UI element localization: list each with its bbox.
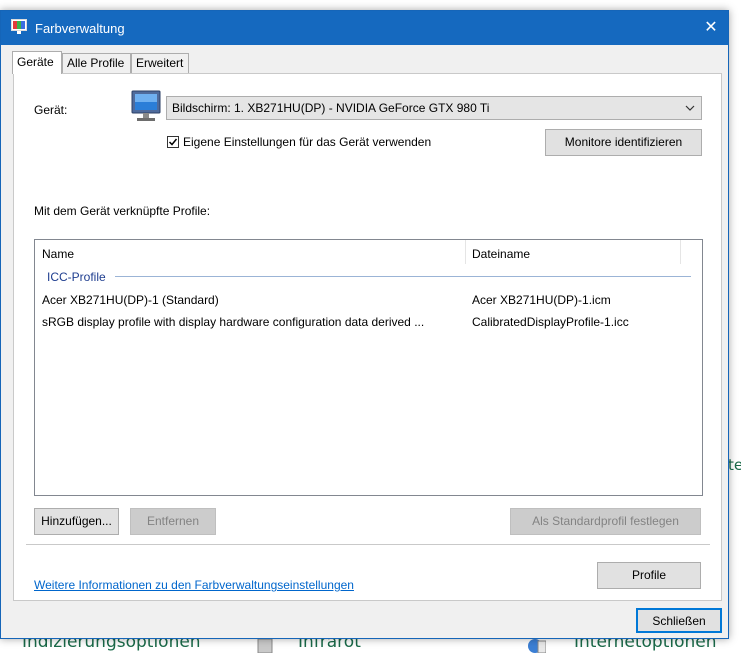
devices-panel: Gerät: Bildschirm: 1. XB271HU(DP) - NVID… bbox=[13, 73, 722, 601]
device-label: Gerät: bbox=[34, 103, 68, 117]
color-management-dialog: Farbverwaltung ✕ Geräte Alle Profile Erw… bbox=[0, 10, 729, 639]
monitor-icon bbox=[129, 89, 163, 128]
internet-options-icon bbox=[526, 637, 547, 657]
set-default-profile-button[interactable]: Als Standardprofil festlegen bbox=[510, 508, 701, 535]
more-info-link[interactable]: Weitere Informationen zu den Farbverwalt… bbox=[34, 578, 354, 592]
bg-edge-fragment: te bbox=[728, 456, 741, 474]
color-management-icon bbox=[11, 19, 27, 38]
column-header-filename[interactable]: Dateiname bbox=[472, 247, 530, 261]
close-icon[interactable]: ✕ bbox=[694, 11, 728, 45]
profile-row-name[interactable]: sRGB display profile with display hardwa… bbox=[42, 315, 424, 329]
device-select-value: Bildschirm: 1. XB271HU(DP) - NVIDIA GeFo… bbox=[172, 101, 490, 115]
chevron-down-icon bbox=[685, 97, 695, 127]
remove-profile-button[interactable]: Entfernen bbox=[130, 508, 216, 535]
tab-devices[interactable]: Geräte bbox=[12, 51, 62, 74]
add-profile-button[interactable]: Hinzufügen... bbox=[34, 508, 119, 535]
column-header-name[interactable]: Name bbox=[42, 247, 74, 261]
device-select[interactable]: Bildschirm: 1. XB271HU(DP) - NVIDIA GeFo… bbox=[166, 96, 702, 120]
profile-row-file[interactable]: Acer XB271HU(DP)-1.icm bbox=[472, 293, 611, 307]
tab-advanced[interactable]: Erweitert bbox=[131, 53, 189, 73]
column-separator[interactable] bbox=[680, 240, 681, 264]
linked-profiles-label: Mit dem Gerät verknüpfte Profile: bbox=[34, 204, 211, 218]
profiles-button[interactable]: Profile bbox=[597, 562, 701, 589]
divider bbox=[26, 544, 710, 545]
identify-monitors-button[interactable]: Monitore identifizieren bbox=[545, 129, 702, 156]
column-separator[interactable] bbox=[465, 240, 466, 264]
close-button[interactable]: Schließen bbox=[636, 608, 722, 633]
use-own-settings-checkbox[interactable] bbox=[167, 136, 179, 148]
profiles-list[interactable]: Name Dateiname ICC-Profile Acer XB271HU(… bbox=[34, 239, 703, 496]
group-divider bbox=[115, 276, 691, 277]
profile-row-name[interactable]: Acer XB271HU(DP)-1 (Standard) bbox=[42, 293, 219, 307]
group-title: ICC-Profile bbox=[47, 270, 106, 284]
window-title: Farbverwaltung bbox=[35, 21, 125, 36]
infrared-icon bbox=[256, 637, 276, 657]
title-bar[interactable]: Farbverwaltung ✕ bbox=[1, 11, 728, 45]
profile-row-file[interactable]: CalibratedDisplayProfile-1.icc bbox=[472, 315, 629, 329]
tab-all-profiles[interactable]: Alle Profile bbox=[62, 53, 131, 73]
use-own-settings-label[interactable]: Eigene Einstellungen für das Gerät verwe… bbox=[183, 135, 431, 149]
